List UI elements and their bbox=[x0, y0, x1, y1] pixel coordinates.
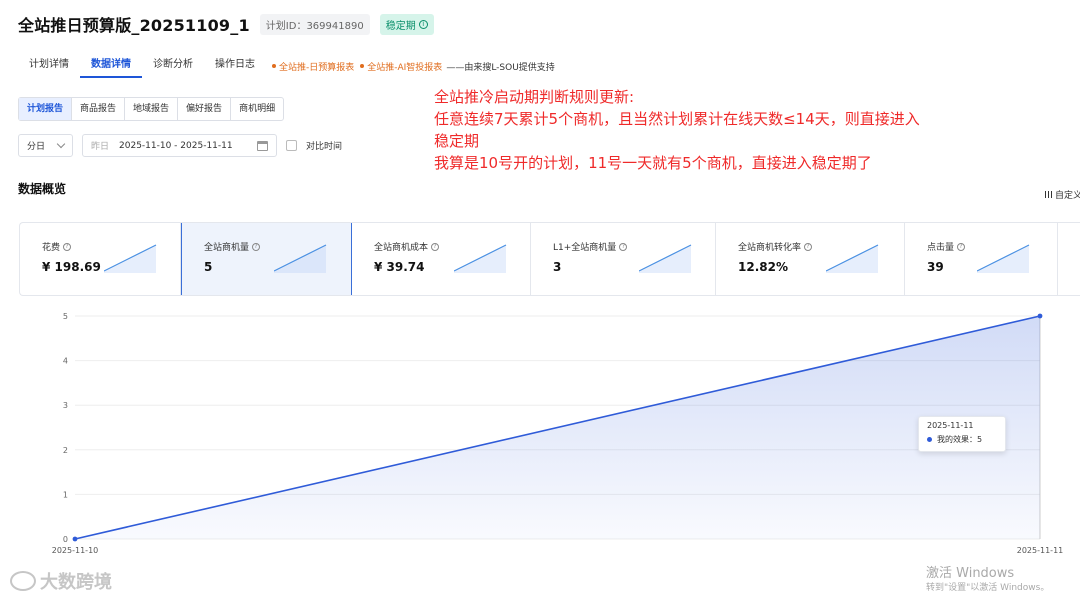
tab-data-details[interactable]: 数据详情 bbox=[80, 54, 142, 78]
annotation-line: 稳定期 bbox=[434, 132, 480, 150]
windows-activation-subtitle: 转到"设置"以激活 Windows。 bbox=[926, 583, 1050, 593]
x-tick-label: 2025-11-10 bbox=[52, 546, 99, 555]
metric-card-spend[interactable]: 花费? ¥ 198.69 bbox=[20, 223, 181, 295]
y-tick-label: 1 bbox=[63, 490, 68, 499]
annotation-line: 任意连续7天累计5个商机，且当然计划累计在线天数≤14天，则直接进入 bbox=[434, 110, 920, 128]
granularity-value: 分日 bbox=[27, 142, 46, 152]
y-tick-label: 2 bbox=[63, 446, 68, 455]
series-dot-icon bbox=[927, 437, 932, 442]
subtab-plan-report[interactable]: 计划报告 bbox=[19, 98, 72, 120]
ai-report-link[interactable]: 全站推-AI智投报表 bbox=[360, 60, 442, 73]
plan-id: 计划ID：369941890 bbox=[259, 13, 370, 35]
help-icon[interactable]: ? bbox=[431, 242, 440, 251]
metric-value: ¥ 39.74 bbox=[374, 260, 425, 274]
metric-value: 12.82% bbox=[738, 260, 788, 274]
help-icon[interactable]: ? bbox=[619, 242, 628, 251]
stage-label: 稳定期 bbox=[385, 20, 416, 32]
support-note: ——由来搜L-SOU提供支持 bbox=[446, 62, 555, 73]
metric-value: 5 bbox=[204, 260, 213, 274]
customize-button[interactable]: 自定义 bbox=[1045, 188, 1080, 201]
y-tick-label: 5 bbox=[63, 312, 68, 321]
metric-label: 全站商机成本 bbox=[374, 243, 429, 253]
metric-cards: 花费? ¥ 198.69 全站商机量? 5 全站商机成本? ¥ 39.74 L1… bbox=[19, 222, 1080, 296]
date-range-picker[interactable]: 昨日 2025-11-10 - 2025-11-11 bbox=[82, 134, 277, 157]
metric-card-conversion[interactable]: 全站商机转化率? 12.82% bbox=[716, 223, 905, 295]
trend-chart: 0 1 2 3 4 5 2025-11-10 2025-11-11 bbox=[52, 312, 1064, 555]
help-icon[interactable]: ? bbox=[957, 242, 966, 251]
stage-badge: 稳定期 i bbox=[379, 13, 434, 35]
overview-title: 数据概览 bbox=[18, 182, 67, 196]
data-point bbox=[1037, 313, 1043, 319]
metric-card-clicks[interactable]: 点击量? 39 bbox=[905, 223, 1058, 295]
y-tick-label: 0 bbox=[63, 535, 68, 544]
annotation-text: 全站推冷启动期判断规则更新: 任意连续7天累计5个商机，且当然计划累计在线天数≤… bbox=[434, 86, 994, 174]
compare-checkbox[interactable] bbox=[286, 140, 297, 151]
metric-label: 点击量 bbox=[927, 243, 955, 253]
help-icon[interactable]: ? bbox=[804, 242, 813, 251]
metric-label: 花费 bbox=[42, 243, 61, 253]
tab-plan-details[interactable]: 计划详情 bbox=[18, 54, 80, 78]
annotation-line: 我算是10号开的计划，11号一天就有5个商机，直接进入稳定期了 bbox=[434, 154, 872, 172]
info-icon[interactable]: i bbox=[418, 19, 428, 29]
chart-tooltip: 2025-11-11 我的效果：5 bbox=[918, 416, 1006, 452]
date-prefix: 昨日 bbox=[91, 142, 110, 152]
subtab-region-report[interactable]: 地域报告 bbox=[124, 98, 177, 120]
metric-label: L1+全站商机量 bbox=[553, 243, 617, 253]
header: 全站推日预算版_20251109_1 计划ID：369941890 稳定期 i bbox=[18, 12, 434, 36]
main-tabs: 计划详情 数据详情 诊断分析 操作日志 全站推-日预算报表 全站推-AI智投报表… bbox=[18, 54, 555, 78]
chevron-down-icon bbox=[56, 139, 66, 148]
sparkline bbox=[977, 244, 1030, 273]
y-tick-label: 3 bbox=[63, 401, 68, 410]
plan-title: 全站推日预算版_20251109_1 bbox=[18, 16, 250, 35]
brand-watermark-text: 大数跨境 bbox=[40, 572, 112, 593]
metric-value: ¥ 198.69 bbox=[42, 260, 101, 274]
sparkline bbox=[826, 244, 879, 273]
annotation-line: 全站推冷启动期判断规则更新: bbox=[434, 88, 635, 106]
help-icon[interactable]: ? bbox=[252, 242, 261, 251]
tab-diagnosis[interactable]: 诊断分析 bbox=[142, 54, 204, 78]
sparkline bbox=[104, 244, 157, 273]
daily-budget-report-label: 全站推-日预算报表 bbox=[279, 62, 355, 73]
customize-label: 自定义 bbox=[1055, 191, 1080, 201]
brand-logo-icon bbox=[10, 571, 36, 591]
metric-value: 39 bbox=[927, 260, 944, 274]
granularity-select[interactable]: 分日 bbox=[18, 134, 73, 157]
metric-card-leads[interactable]: 全站商机量? 5 bbox=[181, 223, 352, 295]
ai-report-label: 全站推-AI智投报表 bbox=[367, 62, 443, 73]
calendar-icon bbox=[257, 140, 268, 151]
metric-card-l1-leads[interactable]: L1+全站商机量? 3 bbox=[531, 223, 716, 295]
windows-activation-title: 激活 Windows bbox=[926, 566, 1015, 581]
dot-icon bbox=[272, 64, 276, 68]
help-icon[interactable]: ? bbox=[63, 242, 72, 251]
subtab-product-report[interactable]: 商品报告 bbox=[71, 98, 124, 120]
sparkline bbox=[639, 244, 692, 273]
data-point bbox=[72, 536, 78, 542]
filter-row: 分日 昨日 2025-11-10 - 2025-11-11 对比时间 bbox=[18, 134, 342, 157]
metric-value: 3 bbox=[553, 260, 562, 274]
y-tick-label: 4 bbox=[63, 357, 68, 366]
x-tick-label: 2025-11-11 bbox=[1017, 546, 1064, 555]
tooltip-date: 2025-11-11 bbox=[927, 421, 974, 430]
metric-card-lead-cost[interactable]: 全站商机成本? ¥ 39.74 bbox=[352, 223, 531, 295]
sparkline bbox=[454, 244, 507, 273]
daily-budget-report-link[interactable]: 全站推-日预算报表 bbox=[272, 60, 354, 73]
metric-label: 全站商机量 bbox=[204, 243, 250, 253]
metric-label: 全站商机转化率 bbox=[738, 243, 802, 253]
subtab-lead-details[interactable]: 商机明细 bbox=[230, 98, 283, 120]
date-range-value: 2025-11-10 - 2025-11-11 bbox=[119, 140, 233, 151]
metric-card-more[interactable] bbox=[1058, 223, 1080, 295]
tooltip-value: 我的效果：5 bbox=[937, 435, 983, 444]
columns-icon bbox=[1045, 191, 1052, 198]
report-subtabs: 计划报告 商品报告 地域报告 偏好报告 商机明细 bbox=[18, 97, 285, 121]
subtab-preference-report[interactable]: 偏好报告 bbox=[177, 98, 230, 120]
sparkline bbox=[274, 244, 327, 273]
brand-watermark: 大数跨境 bbox=[10, 568, 112, 594]
tab-operation-log[interactable]: 操作日志 bbox=[204, 54, 266, 78]
compare-label: 对比时间 bbox=[306, 142, 343, 152]
dot-icon bbox=[360, 64, 365, 68]
